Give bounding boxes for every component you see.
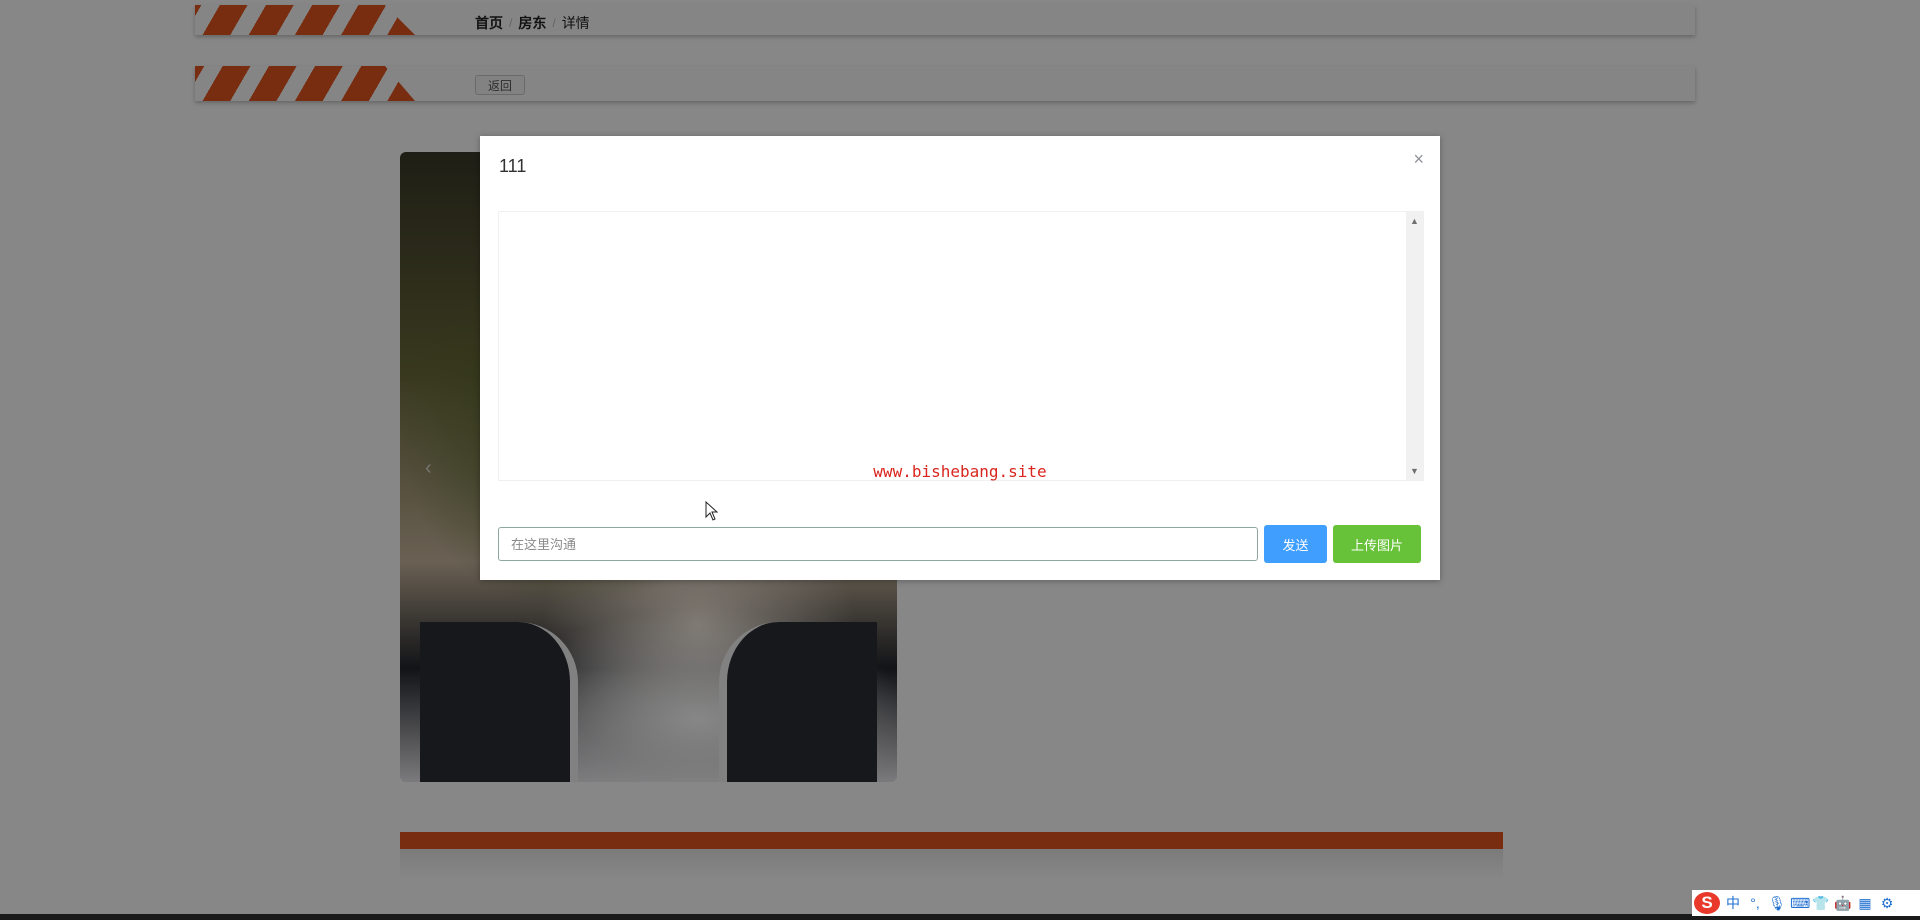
chat-input-row: 发送 上传图片 <box>498 525 1422 563</box>
settings-icon[interactable]: ⚙ <box>1878 894 1896 912</box>
send-button[interactable]: 发送 <box>1264 525 1327 563</box>
scroll-up-icon[interactable]: ▲ <box>1406 216 1423 226</box>
upload-image-button[interactable]: 上传图片 <box>1333 525 1421 563</box>
chat-dialog: 111 × www.bishebang.site ▲ ▼ 发送 上传图片 <box>480 136 1440 580</box>
taskbar <box>0 914 1920 920</box>
assistant-icon[interactable]: 🤖 <box>1834 894 1852 912</box>
microphone-icon[interactable]: 🎙 <box>1768 894 1786 912</box>
toolbox-icon[interactable]: ▦ <box>1856 894 1874 912</box>
dialog-title: 111 <box>499 156 527 176</box>
ime-toolbar: S 中 °, 🎙 ⌨ 👕 🤖 ▦ ⚙ <box>1692 890 1920 916</box>
chat-scrollbar[interactable]: ▲ ▼ <box>1406 212 1423 480</box>
punctuation-icon[interactable]: °, <box>1746 894 1764 912</box>
chinese-mode-icon[interactable]: 中 <box>1724 894 1742 912</box>
scroll-down-icon[interactable]: ▼ <box>1406 466 1423 476</box>
chat-input[interactable] <box>498 527 1258 561</box>
sogou-logo-icon[interactable]: S <box>1694 892 1720 914</box>
watermark-text: www.bishebang.site <box>873 462 1047 481</box>
chat-message-area[interactable]: www.bishebang.site ▲ ▼ <box>498 211 1424 481</box>
mouse-cursor-icon <box>705 501 719 521</box>
close-icon[interactable]: × <box>1413 150 1424 168</box>
skin-icon[interactable]: 👕 <box>1812 894 1830 912</box>
keyboard-icon[interactable]: ⌨ <box>1790 894 1810 912</box>
